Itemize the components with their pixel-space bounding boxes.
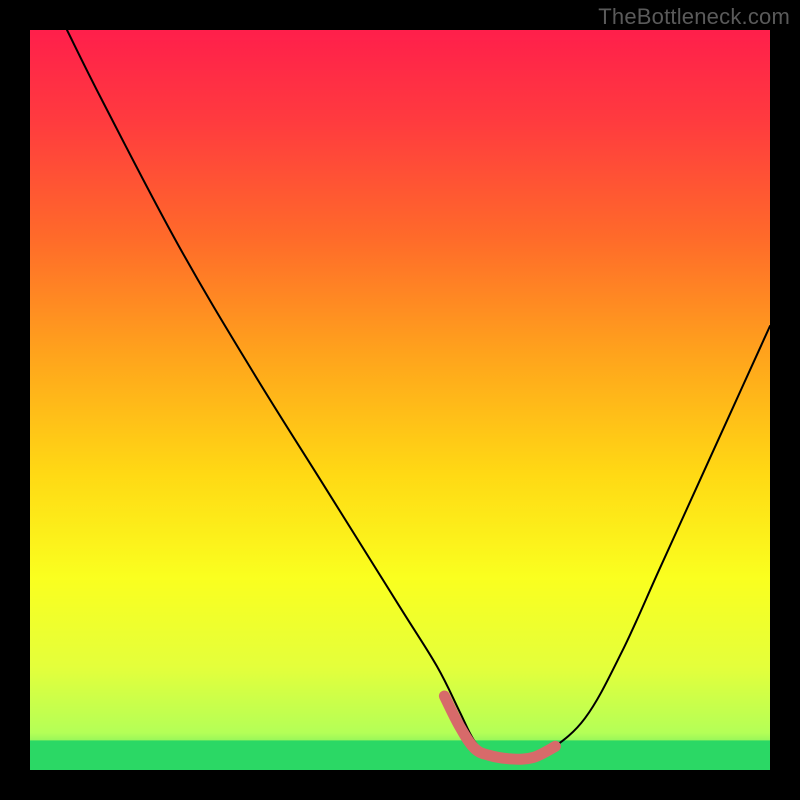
gradient-background [30, 30, 770, 770]
watermark-label: TheBottleneck.com [598, 4, 790, 30]
chart-frame: TheBottleneck.com [0, 0, 800, 800]
plot-area [30, 30, 770, 770]
